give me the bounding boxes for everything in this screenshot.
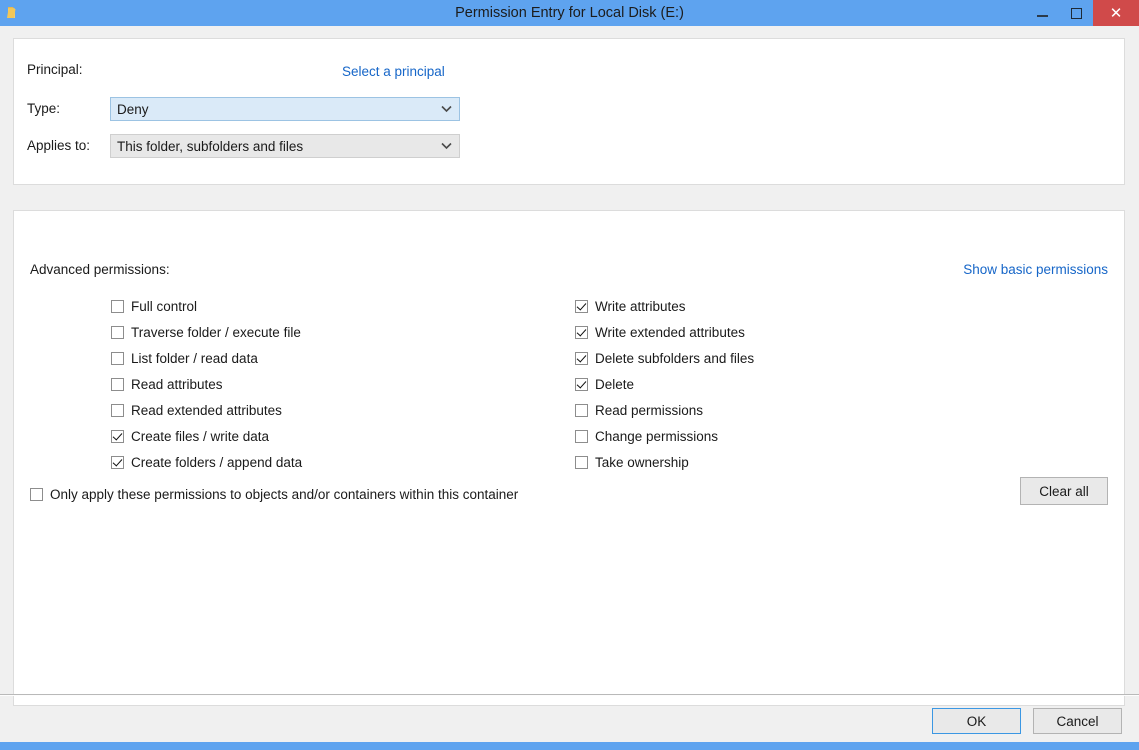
permissions-column-left: Full control Traverse folder / execute fi… [111,293,302,475]
ok-button[interactable]: OK [932,708,1021,734]
permission-checkbox-row[interactable]: Write extended attributes [575,319,754,345]
permission-label: Create files / write data [131,428,270,444]
only-apply-checkbox[interactable] [30,488,43,501]
permission-label: Full control [131,298,198,314]
permission-checkbox-row[interactable]: Delete [575,371,754,397]
permission-checkbox[interactable] [575,429,588,443]
permission-checkbox-row[interactable]: Read permissions [575,397,754,423]
applies-to-dropdown-value: This folder, subfolders and files [117,138,304,154]
principal-group: Principal: Select a principal Type: Deny… [13,38,1125,185]
permission-checkbox[interactable] [111,377,124,391]
permission-checkbox-row[interactable]: Change permissions [575,423,754,449]
permission-checkbox-row[interactable]: Full control [111,293,302,319]
permission-checkbox[interactable] [575,351,588,365]
permission-checkbox[interactable] [111,455,124,469]
permission-label: Delete [595,376,635,392]
permission-checkbox[interactable] [111,429,124,443]
only-apply-label: Only apply these permissions to objects … [50,487,519,502]
permission-checkbox[interactable] [111,299,124,313]
cancel-button[interactable]: Cancel [1033,708,1122,734]
permission-label: Traverse folder / execute file [131,324,301,340]
minimize-icon [1036,15,1048,17]
type-row: Type: [27,101,60,116]
type-dropdown[interactable]: Deny [110,97,460,121]
type-dropdown-value: Deny [117,101,149,117]
permissions-column-right: Write attributes Write extended attribute… [575,293,754,475]
permission-checkbox[interactable] [575,377,588,391]
clear-all-label: Clear all [1039,483,1089,499]
dialog-client-area: Principal: Select a principal Type: Deny… [0,26,1139,750]
permission-label: Read permissions [595,402,704,418]
applies-to-dropdown[interactable]: This folder, subfolders and files [110,134,460,158]
show-basic-permissions-link[interactable]: Show basic permissions [963,262,1108,277]
clear-all-button[interactable]: Clear all [1020,477,1108,505]
folder-icon [6,4,24,22]
window-title: Permission Entry for Local Disk (E:) [455,5,684,21]
permission-checkbox[interactable] [111,351,124,365]
permission-checkbox-row[interactable]: Read attributes [111,371,302,397]
only-apply-checkbox-row[interactable]: Only apply these permissions to objects … [30,487,518,502]
maximize-icon [1070,7,1082,19]
permission-label: Change permissions [595,428,719,444]
type-label: Type: [27,101,61,116]
permission-checkbox[interactable] [111,403,124,417]
permission-label: Read extended attributes [131,402,282,418]
permission-checkbox[interactable] [575,325,588,339]
permission-checkbox[interactable] [575,455,588,469]
permission-checkbox[interactable] [111,325,124,339]
permission-label: Create folders / append data [131,454,303,470]
minimize-button[interactable] [1025,0,1059,26]
title-bar: Permission Entry for Local Disk (E:) ✕ [0,0,1139,26]
principal-label: Principal: [27,62,83,77]
permission-label: Write attributes [595,298,686,314]
maximize-button[interactable] [1059,0,1093,26]
applies-to-label: Applies to: [27,138,91,153]
permission-label: Write extended attributes [595,324,745,340]
permission-checkbox-row[interactable]: Write attributes [575,293,754,319]
footer-separator-highlight [0,695,1139,696]
chevron-down-icon [433,105,459,113]
permission-label: List folder / read data [131,350,258,366]
permission-checkbox-row[interactable]: Traverse folder / execute file [111,319,302,345]
applies-to-row: Applies to: [27,138,90,153]
permission-checkbox-row[interactable]: Create files / write data [111,423,302,449]
close-button[interactable]: ✕ [1093,0,1139,26]
permission-checkbox-row[interactable]: Create folders / append data [111,449,302,475]
select-principal-link[interactable]: Select a principal [342,64,445,79]
principal-row: Principal: [27,62,83,77]
window-controls: ✕ [1025,0,1139,26]
permission-label: Take ownership [595,454,689,470]
permission-label: Read attributes [131,376,223,392]
advanced-permissions-label: Advanced permissions: [30,262,170,277]
cancel-label: Cancel [1056,713,1099,729]
permission-checkbox[interactable] [575,403,588,417]
chevron-down-icon [433,142,459,150]
permission-checkbox-row[interactable]: Read extended attributes [111,397,302,423]
permission-checkbox-row[interactable]: List folder / read data [111,345,302,371]
ok-label: OK [966,713,987,729]
close-icon: ✕ [1109,3,1123,22]
permission-checkbox[interactable] [575,299,588,313]
permission-label: Delete subfolders and files [595,350,755,366]
permission-checkbox-row[interactable]: Delete subfolders and files [575,345,754,371]
permission-checkbox-row[interactable]: Take ownership [575,449,754,475]
advanced-permissions-group: Advanced permissions: Show basic permiss… [13,210,1125,706]
